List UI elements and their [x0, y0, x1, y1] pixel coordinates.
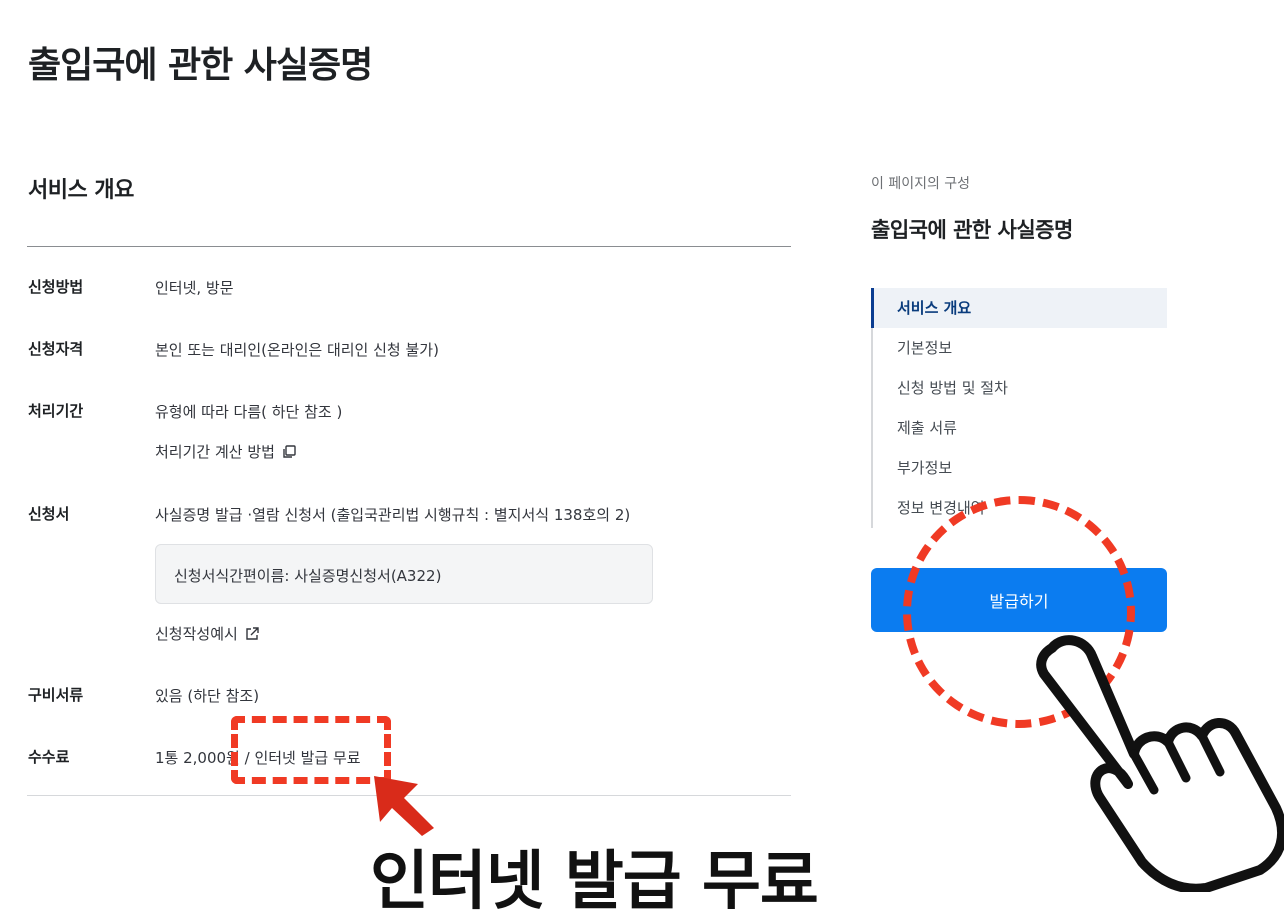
value-apply-method: 인터넷, 방문: [155, 279, 234, 297]
value-eligibility: 본인 또는 대리인(온라인은 대리인 신청 불가): [155, 341, 439, 359]
toc-list: 서비스 개요 기본정보 신청 방법 및 절차 제출 서류 부가정보 정보 변경내…: [871, 288, 1167, 528]
label-required-docs: 구비서류: [28, 686, 84, 704]
label-application-form: 신청서: [28, 505, 70, 523]
toc-item-additional-info[interactable]: 부가정보: [873, 448, 1167, 488]
page-title: 출입국에 관한 사실증명: [28, 45, 373, 86]
toc-item-overview[interactable]: 서비스 개요: [871, 288, 1167, 328]
form-short-name-box: 신청서식간편이름: 사실증명신청서(A322): [155, 544, 653, 604]
toc-caption: 이 페이지의 구성: [871, 176, 971, 192]
value-application-form: 사실증명 발급 ·열람 신청서 (출입국관리법 시행규칙 : 별지서식 138호…: [155, 506, 631, 524]
value-processing-period: 유형에 따라 다름( 하단 참조 ): [155, 403, 343, 421]
external-link-icon: [244, 626, 260, 642]
section-heading: 서비스 개요: [28, 178, 134, 203]
callout-text: 인터넷 발급 무료: [370, 845, 819, 917]
section-divider: [27, 246, 791, 247]
value-required-docs: 있음 (하단 참조): [155, 687, 260, 705]
toc-title: 출입국에 관한 사실증명: [871, 218, 1073, 242]
label-apply-method: 신청방법: [28, 278, 84, 296]
form-example-link[interactable]: 신청작성예시: [155, 623, 260, 644]
form-example-link-label: 신청작성예시: [155, 625, 238, 643]
label-processing-period: 처리기간: [28, 402, 84, 420]
label-eligibility: 신청자격: [28, 340, 84, 358]
label-fee: 수수료: [28, 748, 70, 766]
copy-icon: [281, 444, 297, 460]
toc-item-documents[interactable]: 제출 서류: [873, 408, 1167, 448]
pointing-hand-icon: [1030, 630, 1284, 896]
toc-item-procedure[interactable]: 신청 방법 및 절차: [873, 368, 1167, 408]
processing-calc-link[interactable]: 처리기간 계산 방법: [155, 441, 297, 462]
toc-item-basic-info[interactable]: 기본정보: [873, 328, 1167, 368]
processing-calc-link-label: 처리기간 계산 방법: [155, 443, 275, 461]
